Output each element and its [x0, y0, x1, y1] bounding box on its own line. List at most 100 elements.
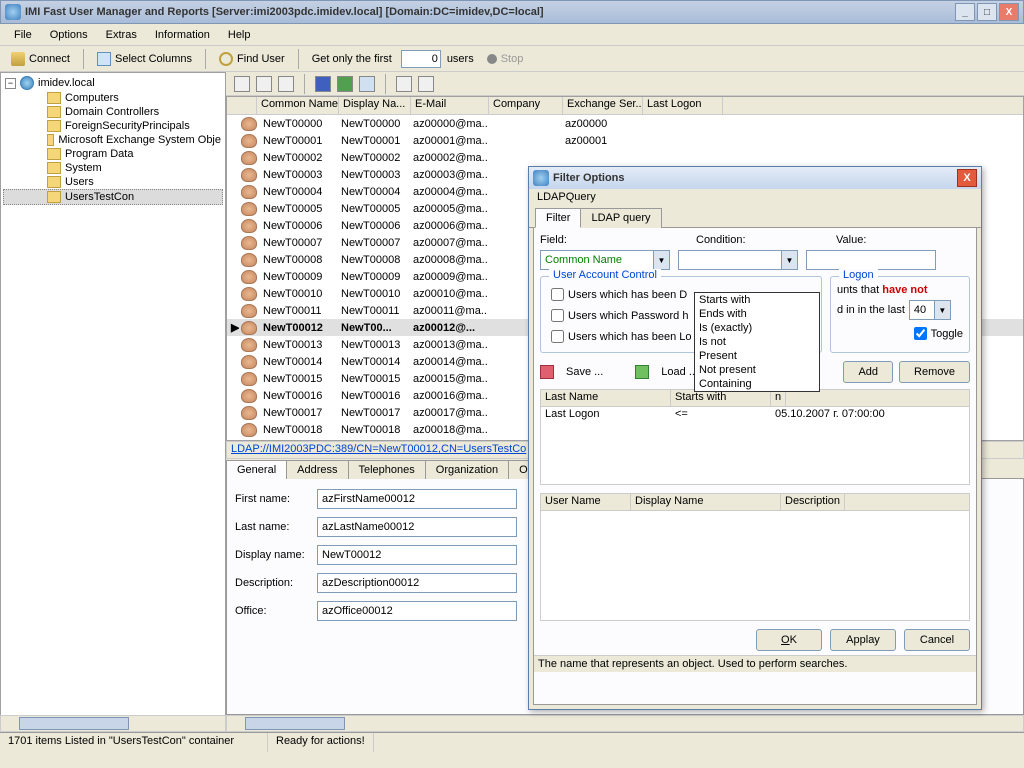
- refresh-icon[interactable]: [359, 76, 375, 92]
- office-field[interactable]: [317, 601, 517, 621]
- align-left-icon[interactable]: [234, 76, 250, 92]
- tree-item-foreignsecurityprincipals[interactable]: ForeignSecurityPrincipals: [3, 119, 223, 133]
- opt-is-not[interactable]: Is not: [695, 335, 819, 349]
- table-row[interactable]: NewT00000NewT00000az00000@ma...az00000: [227, 115, 1023, 132]
- horizontal-scrollbar[interactable]: [226, 715, 1024, 732]
- col-cn[interactable]: Common Name: [257, 97, 339, 114]
- grid-header[interactable]: Common Name Display Na... E-Mail Company…: [227, 97, 1023, 115]
- tab-filter[interactable]: Filter: [535, 208, 581, 228]
- filter-dialog: Filter Options X LDAPQuery Filter LDAP q…: [528, 166, 982, 710]
- domain-tree[interactable]: −imidev.local ComputersDomain Controller…: [0, 72, 226, 732]
- opt-ends-with[interactable]: Ends with: [695, 307, 819, 321]
- user-icon: [241, 338, 257, 352]
- properties-icon[interactable]: [396, 76, 412, 92]
- menu-file[interactable]: File: [6, 27, 40, 43]
- ok-button[interactable]: OOKK: [756, 629, 822, 651]
- minimize-button[interactable]: _: [955, 3, 975, 21]
- display-name-field[interactable]: [317, 545, 517, 565]
- tree-scrollbar[interactable]: [0, 715, 226, 732]
- tab-ldap-query[interactable]: LDAP query: [580, 208, 661, 228]
- save-button[interactable]: Save ...: [566, 366, 603, 378]
- opt-is-exactly[interactable]: Is (exactly): [695, 321, 819, 335]
- dialog-close-button[interactable]: X: [957, 169, 977, 187]
- tree-item-domain controllers[interactable]: Domain Controllers: [3, 105, 223, 119]
- logon-legend: Logon: [839, 269, 878, 281]
- user-icon: [241, 185, 257, 199]
- add-button[interactable]: Add: [843, 361, 893, 383]
- menu-help[interactable]: Help: [220, 27, 259, 43]
- folder-icon: [47, 162, 61, 174]
- tree-item-system[interactable]: System: [3, 161, 223, 175]
- table-row[interactable]: NewT00002NewT00002az00002@ma...: [227, 149, 1023, 166]
- find-user-button[interactable]: Find User: [212, 49, 292, 69]
- menu-extras[interactable]: Extras: [98, 27, 145, 43]
- list-item[interactable]: Last Logon <= 05.10.2007 г. 07:00:00: [541, 407, 969, 421]
- tab-organization[interactable]: Organization: [425, 460, 509, 479]
- col-email[interactable]: E-Mail: [411, 97, 489, 114]
- logon-have-not: have not: [882, 284, 927, 296]
- connect-icon: [11, 52, 25, 66]
- tab-address[interactable]: Address: [286, 460, 348, 479]
- condition-combo[interactable]: ▼: [678, 250, 798, 270]
- criteria-list[interactable]: Last Logon <= 05.10.2007 г. 07:00:00: [540, 407, 970, 485]
- menu-information[interactable]: Information: [147, 27, 218, 43]
- save-icon[interactable]: [315, 76, 331, 92]
- value-label: Value:: [836, 234, 866, 246]
- opt-containing[interactable]: Containing: [695, 377, 819, 391]
- description-field[interactable]: [317, 573, 517, 593]
- remove-button[interactable]: Remove: [899, 361, 970, 383]
- uac-legend: User Account Control: [549, 269, 661, 281]
- user-icon: [241, 219, 257, 233]
- field-label: Field:: [540, 234, 696, 246]
- maximize-button[interactable]: □: [977, 3, 997, 21]
- tree-item-microsoft exchange system obje[interactable]: Microsoft Exchange System Obje: [3, 133, 223, 147]
- table-row[interactable]: NewT00001NewT00001az00001@ma...az00001: [227, 132, 1023, 149]
- tree-item-program data[interactable]: Program Data: [3, 147, 223, 161]
- opt-present[interactable]: Present: [695, 349, 819, 363]
- search-icon: [219, 52, 233, 66]
- window-titlebar: IMI Fast User Manager and Reports [Serve…: [0, 0, 1024, 24]
- tree-root[interactable]: −imidev.local: [3, 75, 223, 91]
- tree-item-users[interactable]: Users: [3, 175, 223, 189]
- tree-item-computers[interactable]: Computers: [3, 91, 223, 105]
- first-name-field[interactable]: [317, 489, 517, 509]
- get-first-count[interactable]: [401, 50, 441, 68]
- menu-options[interactable]: Options: [42, 27, 96, 43]
- connect-button[interactable]: Connect: [4, 49, 77, 69]
- toggle-check[interactable]: Toggle: [837, 324, 963, 343]
- opt-not-present[interactable]: Not present: [695, 363, 819, 377]
- align-right-icon[interactable]: [278, 76, 294, 92]
- opt-starts-with[interactable]: Starts with: [695, 293, 819, 307]
- select-columns-button[interactable]: Select Columns: [90, 49, 199, 69]
- col-company[interactable]: Company: [489, 97, 563, 114]
- condition-label: Condition:: [696, 234, 836, 246]
- tab-general[interactable]: General: [226, 460, 287, 479]
- tab-telephones[interactable]: Telephones: [348, 460, 426, 479]
- logon-group: Logon unts that have not d in in the las…: [830, 276, 970, 353]
- cancel-button[interactable]: Cancel: [904, 629, 970, 651]
- preview-list[interactable]: [540, 511, 970, 621]
- globe-icon: [20, 76, 34, 90]
- folder-icon: [47, 92, 61, 104]
- close-button[interactable]: X: [999, 3, 1019, 21]
- value-input[interactable]: [806, 250, 936, 270]
- col-exchange[interactable]: Exchange Ser...: [563, 97, 643, 114]
- window-title: IMI Fast User Manager and Reports [Serve…: [25, 6, 544, 18]
- user-icon: [241, 236, 257, 250]
- load-button[interactable]: Load ...: [661, 366, 698, 378]
- stop-button[interactable]: Stop: [480, 50, 531, 68]
- logon-days-combo[interactable]: 40▼: [909, 300, 951, 320]
- tree-item-userstestcon[interactable]: UsersTestCon: [3, 189, 223, 205]
- export-icon[interactable]: [337, 76, 353, 92]
- col-dn[interactable]: Display Na...: [339, 97, 411, 114]
- user-icon: [241, 406, 257, 420]
- apply-button[interactable]: Applay: [830, 629, 896, 651]
- last-name-field[interactable]: [317, 517, 517, 537]
- user-icon: [241, 389, 257, 403]
- field-combo[interactable]: Common Name▼: [540, 250, 670, 270]
- copy-icon[interactable]: [418, 76, 434, 92]
- col-logon[interactable]: Last Logon: [643, 97, 723, 114]
- condition-dropdown[interactable]: Starts with Ends with Is (exactly) Is no…: [694, 292, 820, 392]
- align-center-icon[interactable]: [256, 76, 272, 92]
- user-icon: [241, 372, 257, 386]
